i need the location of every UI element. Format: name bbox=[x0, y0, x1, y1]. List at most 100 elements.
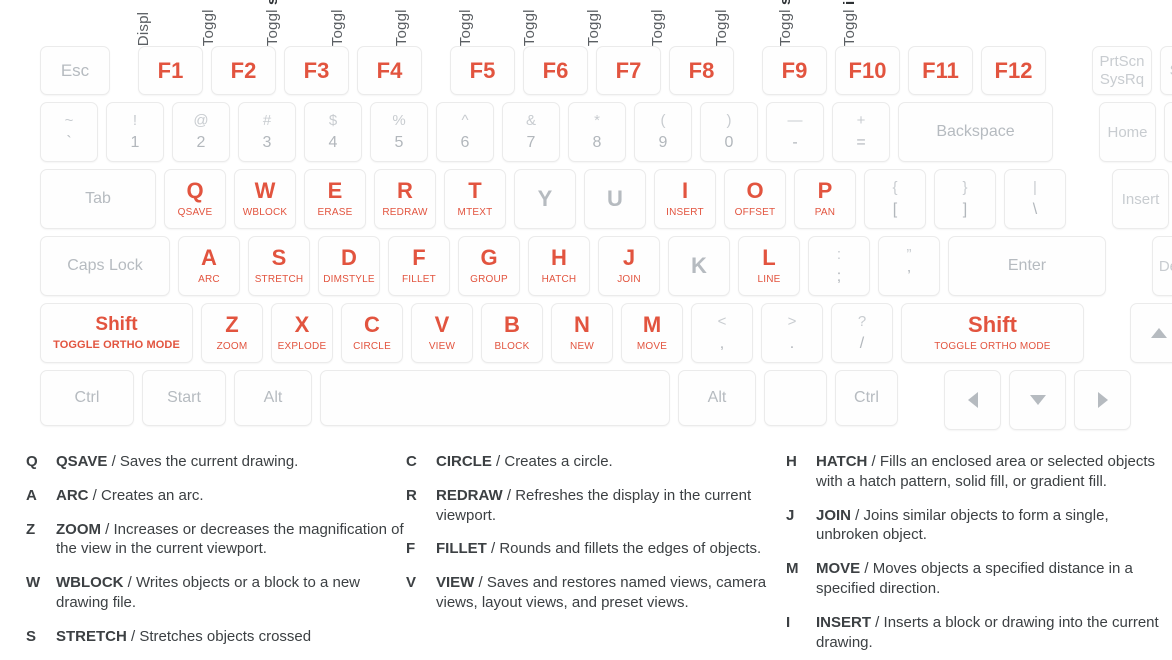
key-number-0[interactable]: ) 0 bbox=[700, 102, 758, 162]
key-esc[interactable]: Esc bbox=[40, 46, 110, 95]
key-fn-right[interactable] bbox=[764, 370, 827, 426]
key-number-3[interactable]: #3 bbox=[238, 102, 296, 162]
key-nav-home-0[interactable]: Delete bbox=[1152, 236, 1172, 296]
key-label-shift: | bbox=[1033, 179, 1037, 196]
key-number-=[interactable]: + = bbox=[832, 102, 890, 162]
key-s[interactable]: S STRETCH bbox=[248, 236, 310, 296]
key-nav-end[interactable]: End bbox=[1164, 102, 1172, 162]
key-n[interactable]: N NEW bbox=[551, 303, 613, 363]
key-label: F10 bbox=[848, 57, 887, 83]
key-f3[interactable]: F3 bbox=[284, 46, 349, 95]
key-l[interactable]: L LINE bbox=[738, 236, 800, 296]
key-ctrl-left[interactable]: Ctrl bbox=[40, 370, 134, 426]
key-i[interactable]: I INSERT bbox=[654, 169, 716, 229]
key-arrow-left[interactable] bbox=[944, 370, 1001, 430]
key-b[interactable]: B BLOCK bbox=[481, 303, 543, 363]
key-t[interactable]: T MTEXT bbox=[444, 169, 506, 229]
key-v[interactable]: V VIEW bbox=[411, 303, 473, 363]
key-number-5[interactable]: % 5 bbox=[370, 102, 428, 162]
key-punct-home-1[interactable]: ”’ bbox=[878, 236, 940, 296]
key-p[interactable]: P PAN bbox=[794, 169, 856, 229]
key-a[interactable]: A ARC bbox=[178, 236, 240, 296]
key-f[interactable]: F FILLET bbox=[388, 236, 450, 296]
key-number--[interactable]: — - bbox=[766, 102, 824, 162]
key-f10[interactable]: F10 bbox=[835, 46, 900, 95]
key-w[interactable]: W WBLOCK bbox=[234, 169, 296, 229]
key-f2[interactable]: F2 bbox=[211, 46, 276, 95]
key-alt-right[interactable]: Alt bbox=[678, 370, 756, 426]
key-nav-home[interactable]: Home bbox=[1099, 102, 1156, 162]
key-enter[interactable]: Enter bbox=[948, 236, 1106, 296]
key-alt-left[interactable]: Alt bbox=[234, 370, 312, 426]
key-tab[interactable]: Tab bbox=[40, 169, 156, 229]
key-caps-lock[interactable]: Caps Lock bbox=[40, 236, 170, 296]
key-arrow-up[interactable] bbox=[1130, 303, 1172, 363]
key-f11[interactable]: F11 bbox=[908, 46, 973, 95]
key-d[interactable]: D DIMSTYLE bbox=[318, 236, 380, 296]
key-number-1[interactable]: ! 1 bbox=[106, 102, 164, 162]
key-start[interactable]: Start bbox=[142, 370, 226, 426]
key-q[interactable]: Q QSAVE bbox=[164, 169, 226, 229]
key-e[interactable]: E ERASE bbox=[304, 169, 366, 229]
key-punct-home-0[interactable]: :; bbox=[808, 236, 870, 296]
key-x[interactable]: X EXPLODE bbox=[271, 303, 333, 363]
legend-key: M bbox=[786, 560, 799, 578]
key-f9[interactable]: F9 bbox=[762, 46, 827, 95]
key-number-4[interactable]: $4 bbox=[304, 102, 362, 162]
key-f1[interactable]: F1 bbox=[138, 46, 203, 95]
key-number-6[interactable]: ^ 6 bbox=[436, 102, 494, 162]
key-shift-left[interactable]: Shift TOGGLE ORTHO MODE bbox=[40, 303, 193, 363]
legend-entry: I INSERT / Inserts a block or drawing int… bbox=[786, 613, 1172, 653]
key-ctrl-right[interactable]: Ctrl bbox=[835, 370, 898, 426]
key-punct-shift-2[interactable]: ? / bbox=[831, 303, 893, 363]
key-u[interactable]: U bbox=[584, 169, 646, 229]
key-f6[interactable]: F6 bbox=[523, 46, 588, 95]
key-y[interactable]: Y bbox=[514, 169, 576, 229]
legend-command-name: STRETCH bbox=[56, 627, 127, 645]
key-g[interactable]: G GROUP bbox=[458, 236, 520, 296]
legend-command-name: VIEW bbox=[436, 574, 475, 592]
key-number-2[interactable]: @2 bbox=[172, 102, 230, 162]
legend-entry: V VIEW / Saves and restores named views, … bbox=[406, 573, 786, 613]
key-arrow-right[interactable] bbox=[1074, 370, 1131, 430]
key-c[interactable]: C CIRCLE bbox=[341, 303, 403, 363]
key-f7[interactable]: F7 bbox=[596, 46, 661, 95]
annotation-line-1: Toggl bbox=[199, 9, 217, 46]
key-system-1[interactable]: ScrLK bbox=[1160, 46, 1172, 95]
key-j[interactable]: J JOIN bbox=[598, 236, 660, 296]
key-system-0[interactable]: PrtScn SysRq bbox=[1092, 46, 1152, 95]
key-label-top: Delete bbox=[1158, 257, 1172, 275]
key-f8[interactable]: F8 bbox=[669, 46, 734, 95]
annotation-line-1: Toggl bbox=[776, 9, 794, 46]
legend-description: MOVE / Moves objects a specified distanc… bbox=[816, 559, 1172, 599]
key-o[interactable]: O OFFSET bbox=[724, 169, 786, 229]
key-number-8[interactable]: * 8 bbox=[568, 102, 626, 162]
key-label: A bbox=[201, 244, 217, 270]
key-r[interactable]: R REDRAW bbox=[374, 169, 436, 229]
key-number-`[interactable]: ~ ` bbox=[40, 102, 98, 162]
legend-description: STRETCH / Stretches objects crossed bbox=[56, 627, 311, 647]
key-space[interactable] bbox=[320, 370, 670, 426]
key-nav-qwerty-0[interactable]: Insert bbox=[1112, 169, 1169, 229]
key-backspace[interactable]: Backspace bbox=[898, 102, 1053, 162]
key-label: F3 bbox=[303, 57, 330, 83]
key-f5[interactable]: F5 bbox=[450, 46, 515, 95]
key-shift-right[interactable]: Shift TOGGLE ORTHO MODE bbox=[901, 303, 1084, 363]
arrow-up-icon bbox=[1150, 328, 1167, 338]
key-h[interactable]: H HATCH bbox=[528, 236, 590, 296]
legend-description: QSAVE / Saves the current drawing. bbox=[56, 452, 298, 472]
key-f12[interactable]: F12 bbox=[981, 46, 1046, 95]
key-punct-shift-0[interactable]: <, bbox=[691, 303, 753, 363]
key-annotation: Toggl bbox=[457, 9, 474, 46]
key-m[interactable]: M MOVE bbox=[621, 303, 683, 363]
key-number-7[interactable]: & 7 bbox=[502, 102, 560, 162]
key-number-9[interactable]: (9 bbox=[634, 102, 692, 162]
key-k[interactable]: K bbox=[668, 236, 730, 296]
key-punct-shift-1[interactable]: >. bbox=[761, 303, 823, 363]
key-arrow-down[interactable] bbox=[1009, 370, 1066, 430]
key-punct-qwerty-0[interactable]: {[ bbox=[864, 169, 926, 229]
key-punct-qwerty-1[interactable]: }] bbox=[934, 169, 996, 229]
key-punct-qwerty-2[interactable]: | \ bbox=[1004, 169, 1066, 229]
key-f4[interactable]: F4 bbox=[357, 46, 422, 95]
key-z[interactable]: Z ZOOM bbox=[201, 303, 263, 363]
